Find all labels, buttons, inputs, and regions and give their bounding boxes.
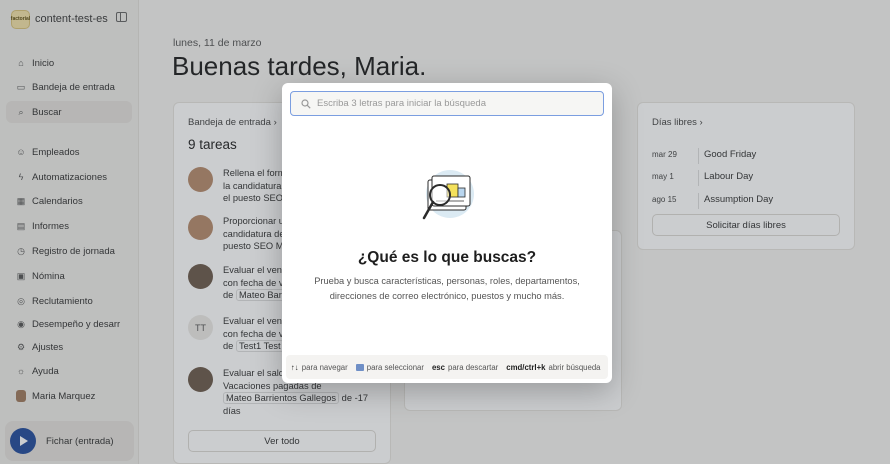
arrows-icon: ↑↓ [291, 362, 299, 372]
search-input[interactable] [317, 98, 587, 109]
search-illustration-icon [422, 170, 474, 220]
hint-label: para descartar [447, 362, 499, 372]
hint-label: abrir búsqueda [548, 362, 601, 372]
hint-label: para navegar [301, 362, 348, 372]
hint-dismiss: esc para descartar [432, 363, 498, 372]
modal-description: Prueba y busca características, personas… [314, 276, 580, 301]
search-icon [301, 98, 311, 109]
hint-open: cmd/ctrl+k abrir búsqueda [506, 363, 600, 372]
hint-label: para seleccionar [366, 362, 424, 372]
hint-select: para seleccionar [355, 362, 424, 372]
shortcut-key: cmd/ctrl+k [506, 362, 546, 372]
search-modal: ¿Qué es lo que buscas? Prueba y busca ca… [282, 83, 612, 383]
search-field[interactable] [290, 91, 604, 116]
esc-key: esc [431, 362, 445, 372]
keyboard-hints: ↑↓ para navegar para seleccionar esc par… [286, 355, 608, 379]
modal-title: ¿Qué es lo que buscas? [357, 249, 537, 266]
hint-navigate: ↑↓ para navegar [291, 363, 348, 372]
enter-key-icon [355, 363, 364, 371]
